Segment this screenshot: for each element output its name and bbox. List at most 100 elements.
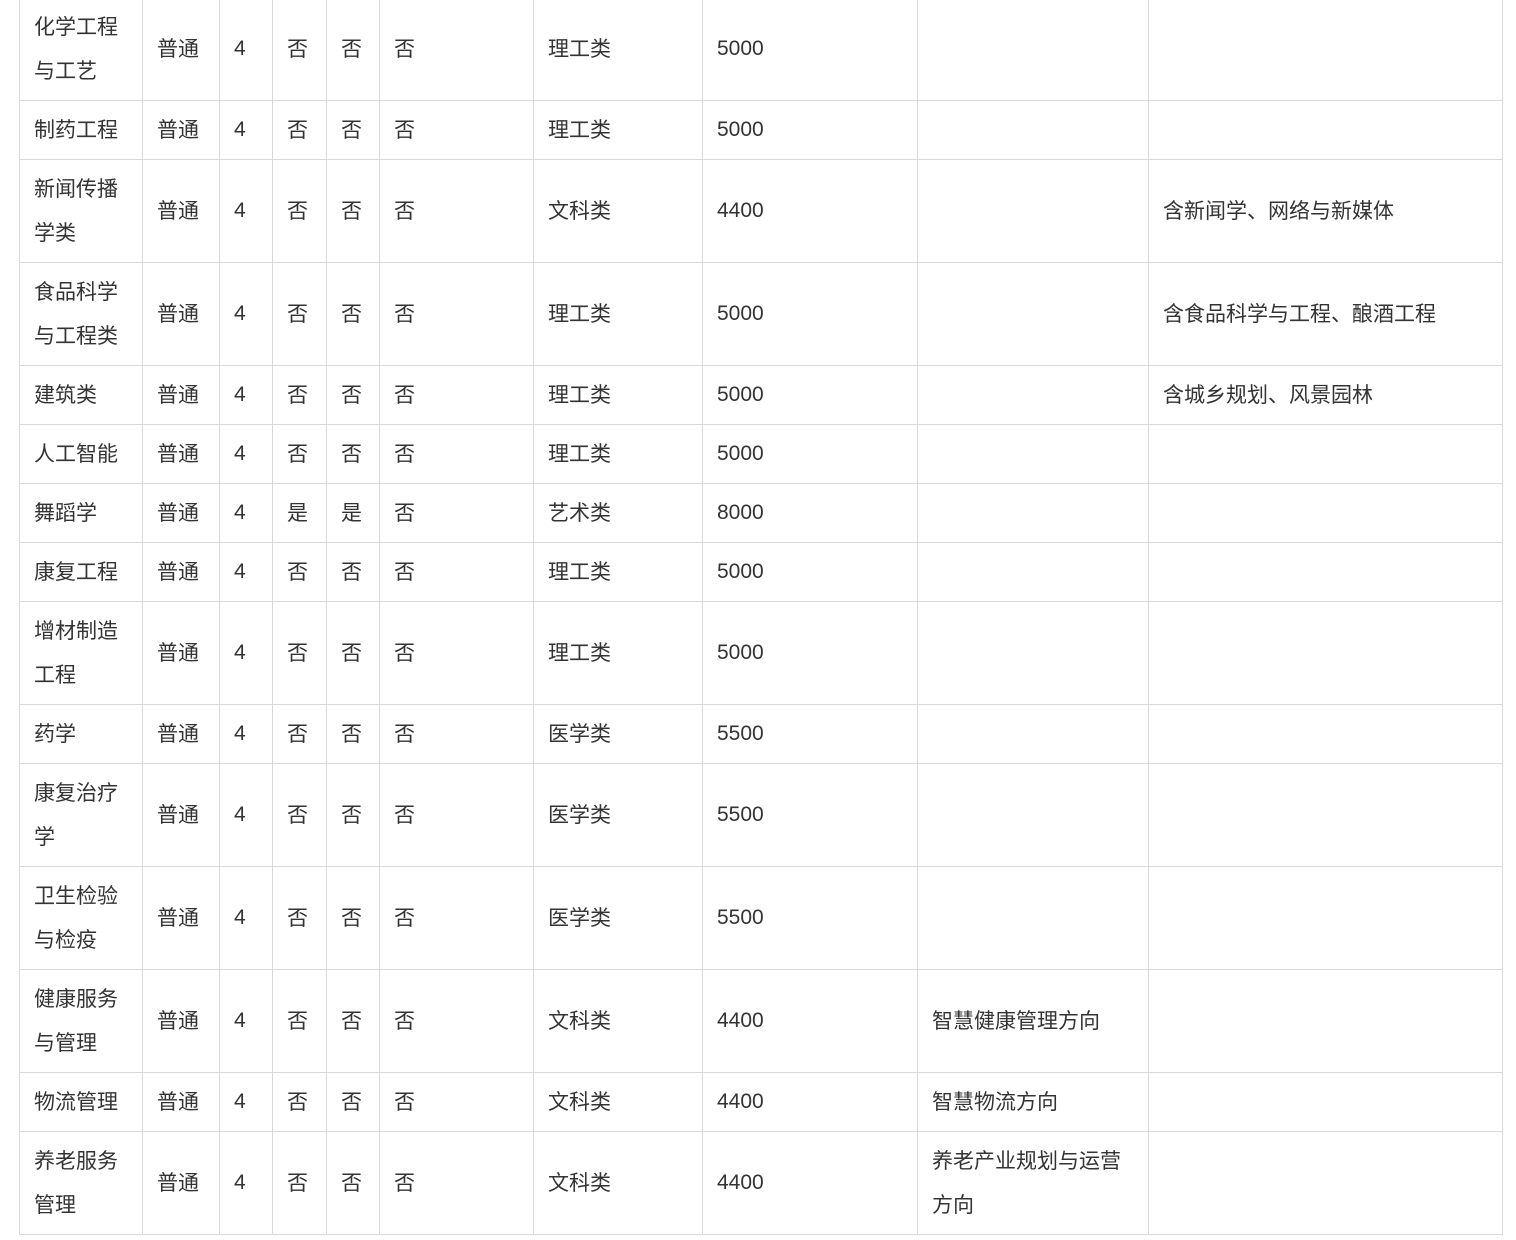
flag-1-cell: 否 [272,704,327,764]
flag-1-cell: 否 [272,601,327,705]
flag-3-cell: 否 [379,424,534,484]
flag-1-cell: 否 [272,365,327,425]
major-name-cell: 康复治疗学 [19,763,143,867]
table-row: 养老服务管理 普通 4 否否否文科类 4400 养老产业规划与运营方向 [19,1131,1503,1235]
flag-2-cell: 否 [326,542,380,602]
note-cell [1148,866,1503,970]
fee-cell: 5500 [702,763,918,867]
direction-cell [917,763,1149,867]
category-cell: 理工类 [533,424,703,484]
flag-1-cell: 否 [272,424,327,484]
direction-cell [917,866,1149,970]
category-cell: 理工类 [533,0,703,101]
flag-3-cell: 否 [379,542,534,602]
fee-cell: 5000 [702,100,918,160]
fee-cell: 5000 [702,262,918,366]
flag-2-cell: 是 [326,483,380,543]
duration-years-cell: 4 [219,424,273,484]
table-row: 人工智能 普通 4 否否否理工类 5000 [19,424,1503,484]
duration-years-cell: 4 [219,969,273,1073]
major-name-cell: 增材制造工程 [19,601,143,705]
duration-years-cell: 4 [219,601,273,705]
study-type-cell: 普通 [142,483,220,543]
flag-2-cell: 否 [326,0,380,101]
major-name-cell: 食品科学与工程类 [19,262,143,366]
duration-years-cell: 4 [219,0,273,101]
flag-2-cell: 否 [326,1131,380,1235]
category-cell: 文科类 [533,969,703,1073]
duration-years-cell: 4 [219,483,273,543]
major-name-cell: 卫生检验与检疫 [19,866,143,970]
major-name-cell: 化学工程与工艺 [19,0,143,101]
major-name-cell: 新闻传播学类 [19,159,143,263]
major-name-cell: 健康服务与管理 [19,969,143,1073]
note-cell [1148,483,1503,543]
fee-cell: 8000 [702,483,918,543]
direction-cell [917,542,1149,602]
direction-cell: 智慧物流方向 [917,1072,1149,1132]
direction-cell [917,424,1149,484]
fee-cell: 5000 [702,0,918,101]
category-cell: 艺术类 [533,483,703,543]
study-type-cell: 普通 [142,262,220,366]
duration-years-cell: 4 [219,763,273,867]
note-cell [1148,424,1503,484]
study-type-cell: 普通 [142,866,220,970]
flag-3-cell: 否 [379,0,534,101]
duration-years-cell: 4 [219,262,273,366]
category-cell: 理工类 [533,365,703,425]
flag-2-cell: 否 [326,424,380,484]
category-cell: 文科类 [533,1131,703,1235]
flag-3-cell: 否 [379,601,534,705]
direction-cell [917,365,1149,425]
table-row: 卫生检验与检疫 普通 4 否否否医学类 5500 [19,866,1503,970]
major-name-cell: 康复工程 [19,542,143,602]
study-type-cell: 普通 [142,704,220,764]
note-cell [1148,542,1503,602]
major-name-cell: 舞蹈学 [19,483,143,543]
duration-years-cell: 4 [219,100,273,160]
flag-3-cell: 否 [379,969,534,1073]
table-row: 增材制造工程 普通 4 否否否理工类 5000 [19,601,1503,705]
table-row: 建筑类 普通 4 否否否理工类 5000 含城乡规划、风景园林 [19,365,1503,425]
table-row: 康复工程 普通 4 否否否理工类 5000 [19,542,1503,602]
note-cell [1148,763,1503,867]
fee-cell: 5000 [702,424,918,484]
category-cell: 理工类 [533,262,703,366]
category-cell: 医学类 [533,866,703,970]
flag-1-cell: 否 [272,866,327,970]
note-cell [1148,704,1503,764]
majors-table: 化学工程与工艺 普通 4 否否否理工类 5000 制药工程 普通 4 否否否理工类 5000 新闻传… [19,0,1503,1235]
note-cell [1148,0,1503,101]
table-row: 药学 普通 4 否否否医学类 5500 [19,704,1503,764]
fee-cell: 4400 [702,1072,918,1132]
major-name-cell: 人工智能 [19,424,143,484]
flag-1-cell: 否 [272,262,327,366]
majors-table-container: 化学工程与工艺 普通 4 否否否理工类 5000 制药工程 普通 4 否否否理工类 5000 新闻传… [19,0,1503,1235]
note-cell [1148,1072,1503,1132]
category-cell: 理工类 [533,542,703,602]
note-cell [1148,969,1503,1073]
table-body: 化学工程与工艺 普通 4 否否否理工类 5000 制药工程 普通 4 否否否理工类 5000 新闻传… [19,0,1503,1235]
direction-cell [917,100,1149,160]
direction-cell [917,601,1149,705]
direction-cell [917,704,1149,764]
category-cell: 医学类 [533,704,703,764]
category-cell: 文科类 [533,1072,703,1132]
category-cell: 文科类 [533,159,703,263]
direction-cell: 养老产业规划与运营方向 [917,1131,1149,1235]
table-row: 食品科学与工程类 普通 4 否否否理工类 5000 含食品科学与工程、酿酒工程 [19,262,1503,366]
fee-cell: 5000 [702,365,918,425]
note-cell [1148,601,1503,705]
direction-cell: 智慧健康管理方向 [917,969,1149,1073]
study-type-cell: 普通 [142,100,220,160]
note-cell: 含新闻学、网络与新媒体 [1148,159,1503,263]
flag-3-cell: 否 [379,763,534,867]
major-name-cell: 养老服务管理 [19,1131,143,1235]
flag-1-cell: 否 [272,763,327,867]
flag-2-cell: 否 [326,159,380,263]
table-row: 康复治疗学 普通 4 否否否医学类 5500 [19,763,1503,867]
flag-2-cell: 否 [326,969,380,1073]
major-name-cell: 制药工程 [19,100,143,160]
flag-1-cell: 否 [272,1131,327,1235]
